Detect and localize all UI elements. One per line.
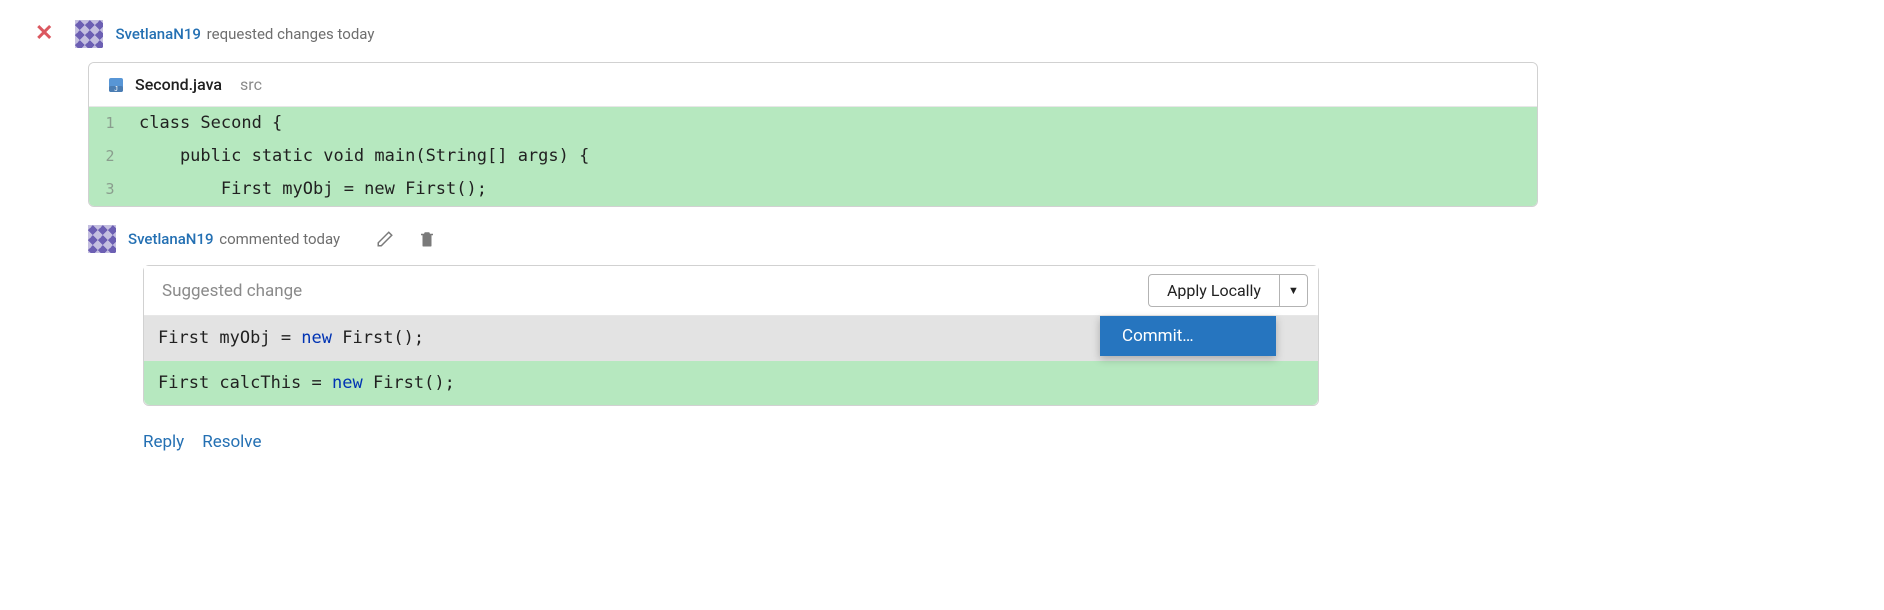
reviewer-username[interactable]: SvetlanaN19 — [115, 25, 201, 43]
line-number: 2 — [89, 142, 131, 171]
code-diff-card: J Second.java src 1 class Second { 2 pub… — [88, 62, 1538, 207]
suggestion-new-line: First calcThis = new First(); — [144, 361, 1318, 405]
delete-icon[interactable] — [412, 230, 442, 248]
code-block: 1 class Second { 2 public static void ma… — [89, 107, 1537, 206]
resolve-link[interactable]: Resolve — [202, 432, 261, 452]
svg-text:J: J — [114, 86, 118, 93]
code-line: 2 public static void main(String[] args)… — [89, 140, 1537, 173]
file-name: Second.java — [135, 75, 222, 94]
avatar[interactable] — [75, 20, 103, 48]
reply-link[interactable]: Reply — [143, 432, 184, 452]
close-icon[interactable]: ✕ — [35, 23, 53, 45]
file-dir: src — [240, 75, 262, 94]
apply-button-label: Apply Locally — [1149, 275, 1279, 306]
code-content: First myObj = new First(); — [131, 173, 487, 206]
suggested-change-card: Suggested change Apply Locally ▼ First m… — [143, 265, 1319, 406]
review-header: ✕ SvetlanaN19 requested changes today — [35, 20, 1884, 48]
chevron-down-icon[interactable]: ▼ — [1279, 275, 1307, 306]
review-action-text: requested changes today — [207, 25, 375, 43]
commenter-username[interactable]: SvetlanaN19 — [128, 230, 214, 248]
file-header: J Second.java src — [89, 63, 1537, 107]
code-line: 3 First myObj = new First(); — [89, 173, 1537, 206]
comment-actions: Reply Resolve — [143, 432, 1884, 452]
comment-header: SvetlanaN19 commented today — [88, 225, 1884, 253]
line-number: 1 — [89, 109, 131, 138]
suggestion-header: Suggested change Apply Locally ▼ — [144, 266, 1318, 316]
edit-icon[interactable] — [370, 230, 400, 248]
comment-action-text: commented today — [219, 230, 340, 248]
java-file-icon: J — [107, 76, 125, 94]
apply-locally-button[interactable]: Apply Locally ▼ — [1148, 274, 1308, 307]
code-content: public static void main(String[] args) { — [131, 140, 589, 173]
code-content: class Second { — [131, 107, 282, 140]
code-line: 1 class Second { — [89, 107, 1537, 140]
line-number: 3 — [89, 175, 131, 204]
commit-menu-item[interactable]: Commit… — [1100, 316, 1276, 356]
avatar[interactable] — [88, 225, 116, 253]
suggestion-label: Suggested change — [162, 281, 302, 301]
